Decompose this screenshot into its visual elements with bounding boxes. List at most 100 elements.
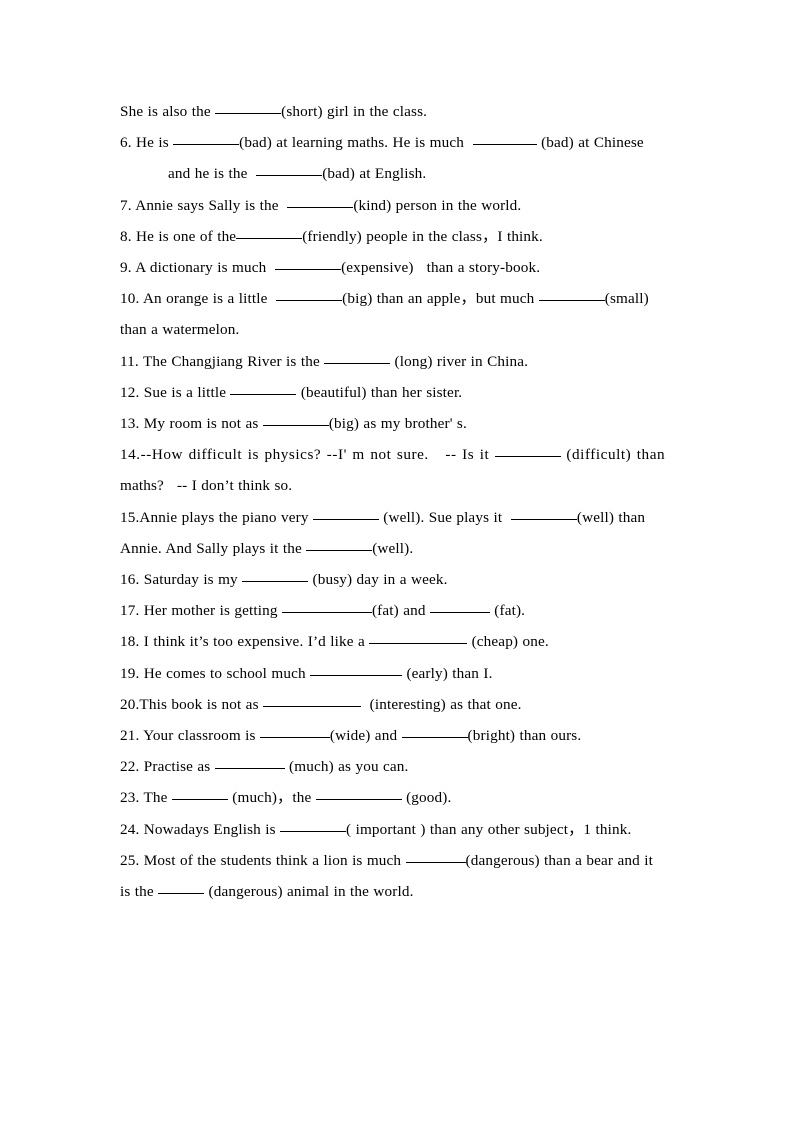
line-text: 11. The Changjiang River is the (120, 352, 325, 370)
document-page: She is also the (short) girl in the clas… (0, 0, 794, 1123)
worksheet-body: She is also the (short) girl in the clas… (120, 96, 676, 907)
answer-blank[interactable] (158, 881, 205, 895)
worksheet-line-10b: than a watermelon. (120, 314, 676, 345)
answer-blank[interactable] (171, 787, 228, 801)
line-text: (dangerous) animal in the world. (204, 883, 414, 901)
line-text: 9. A dictionary is much (120, 259, 276, 277)
line-text: (early) than I. (402, 664, 493, 682)
line-text: (wide) and (329, 727, 402, 745)
answer-blank[interactable] (538, 288, 605, 302)
answer-blank[interactable] (173, 132, 240, 146)
line-text: and he is the (168, 165, 257, 183)
answer-blank[interactable] (236, 226, 303, 239)
line-text: (difficult) than (560, 446, 666, 464)
answer-blank[interactable] (214, 756, 285, 770)
line-text: (fat) and (371, 602, 430, 620)
line-text: 14.--How difficult is physics? --I' m no… (120, 446, 495, 464)
answer-blank[interactable] (510, 507, 577, 520)
line-text: (well) than (576, 508, 646, 526)
answer-blank[interactable] (280, 819, 347, 832)
line-text: is the (120, 883, 159, 901)
worksheet-line-12: 12. Sue is a little (beautiful) than her… (120, 377, 676, 408)
line-text: 8. He is one of the (120, 227, 237, 245)
line-text: 21. Your classroom is (120, 727, 260, 745)
answer-blank[interactable] (287, 195, 354, 208)
line-text: (well). (372, 539, 414, 557)
answer-blank[interactable] (310, 663, 403, 676)
answer-blank[interactable] (405, 850, 466, 863)
worksheet-line-intro: She is also the (short) girl in the clas… (120, 96, 676, 127)
worksheet-line-25b: is the (dangerous) animal in the world. (120, 876, 676, 907)
answer-blank[interactable] (429, 600, 490, 614)
line-text: (kind) person in the world. (353, 196, 522, 214)
line-text: 20.This book is not as (120, 695, 263, 713)
answer-blank[interactable] (324, 351, 391, 364)
line-text: maths? -- I don’t think so. (120, 477, 293, 495)
answer-blank[interactable] (494, 444, 561, 458)
line-text: (interesting) as that one. (360, 695, 522, 713)
answer-blank[interactable] (215, 101, 282, 114)
answer-blank[interactable] (275, 257, 342, 271)
worksheet-line-15b: Annie. And Sally plays it the (well). (120, 533, 676, 564)
worksheet-line-14a: 14.--How difficult is physics? --I' m no… (120, 439, 676, 470)
line-text: (short) girl in the class. (281, 103, 428, 120)
worksheet-line-18: 18. I think it’s too expensive. I’d like… (120, 626, 676, 657)
worksheet-line-6b: and he is the (bad) at English. (120, 158, 676, 189)
worksheet-line-16: 16. Saturday is my (busy) day in a week. (120, 564, 676, 595)
line-text: 6. He is (120, 134, 174, 152)
worksheet-line-25a: 25. Most of the students think a lion is… (120, 845, 676, 876)
answer-blank[interactable] (230, 382, 297, 395)
answer-blank[interactable] (281, 600, 372, 614)
line-text: (dangerous) than a bear and it (465, 851, 653, 869)
worksheet-line-7: 7. Annie says Sally is the (kind) person… (120, 190, 676, 221)
worksheet-line-14b: maths? -- I don’t think so. (120, 470, 676, 501)
worksheet-line-20: 20.This book is not as (interesting) as … (120, 689, 676, 720)
answer-blank[interactable] (369, 631, 468, 645)
line-text: (bad) at learning maths. He is much (239, 134, 473, 152)
line-text: 24. Nowadays English is (120, 820, 281, 838)
answer-blank[interactable] (472, 132, 537, 146)
worksheet-line-22: 22. Practise as (much) as you can. (120, 751, 676, 782)
line-text: (cheap) one. (467, 633, 549, 651)
line-text: (bright) than ours. (467, 727, 582, 745)
line-text: 19. He comes to school much (120, 664, 311, 682)
worksheet-line-6a: 6. He is (bad) at learning maths. He is … (120, 127, 676, 158)
line-text: 12. Sue is a little (120, 383, 231, 401)
answer-blank[interactable] (262, 694, 361, 707)
worksheet-line-13: 13. My room is not as (big) as my brothe… (120, 408, 676, 439)
line-text: Annie. And Sally plays it the (120, 539, 307, 557)
line-text: (fat). (489, 602, 526, 620)
line-text: (friendly) people in the class，I think. (302, 227, 543, 245)
line-text: (long) river in China. (390, 352, 529, 370)
line-text: (beautiful) than her sister. (296, 383, 463, 401)
line-text: 25. Most of the students think a lion is… (120, 851, 406, 869)
line-text: 10. An orange is a little (120, 290, 277, 308)
answer-blank[interactable] (315, 787, 402, 801)
line-text: (busy) day in a week. (308, 571, 448, 589)
answer-blank[interactable] (276, 288, 343, 302)
worksheet-line-11: 11. The Changjiang River is the (long) r… (120, 346, 676, 377)
line-text: (small) (604, 290, 649, 308)
line-text: 18. I think it’s too expensive. I’d like… (120, 633, 370, 651)
answer-blank[interactable] (306, 538, 373, 551)
line-text: ( important ) than any other subject，1 t… (346, 820, 632, 838)
answer-blank[interactable] (256, 163, 323, 177)
answer-blank[interactable] (242, 569, 309, 583)
line-text: 17. Her mother is getting (120, 602, 282, 620)
line-text: (much) as you can. (284, 758, 409, 776)
line-text: She is also the (120, 103, 216, 120)
worksheet-line-19: 19. He comes to school much (early) than… (120, 658, 676, 689)
worksheet-line-21: 21. Your classroom is (wide) and (bright… (120, 720, 676, 751)
line-text: 23. The (120, 789, 172, 807)
answer-blank[interactable] (259, 725, 330, 739)
line-text: (big) as my brother' s. (328, 415, 467, 433)
line-text: 13. My room is not as (120, 415, 263, 433)
line-text: (expensive) than a story-book. (341, 259, 541, 277)
line-text: (bad) at Chinese (536, 134, 644, 152)
line-text: 16. Saturday is my (120, 571, 243, 589)
answer-blank[interactable] (262, 413, 329, 427)
line-text: (well). Sue plays it (378, 508, 511, 526)
answer-blank[interactable] (312, 507, 379, 520)
answer-blank[interactable] (401, 725, 468, 739)
line-text: than a watermelon. (120, 321, 240, 339)
